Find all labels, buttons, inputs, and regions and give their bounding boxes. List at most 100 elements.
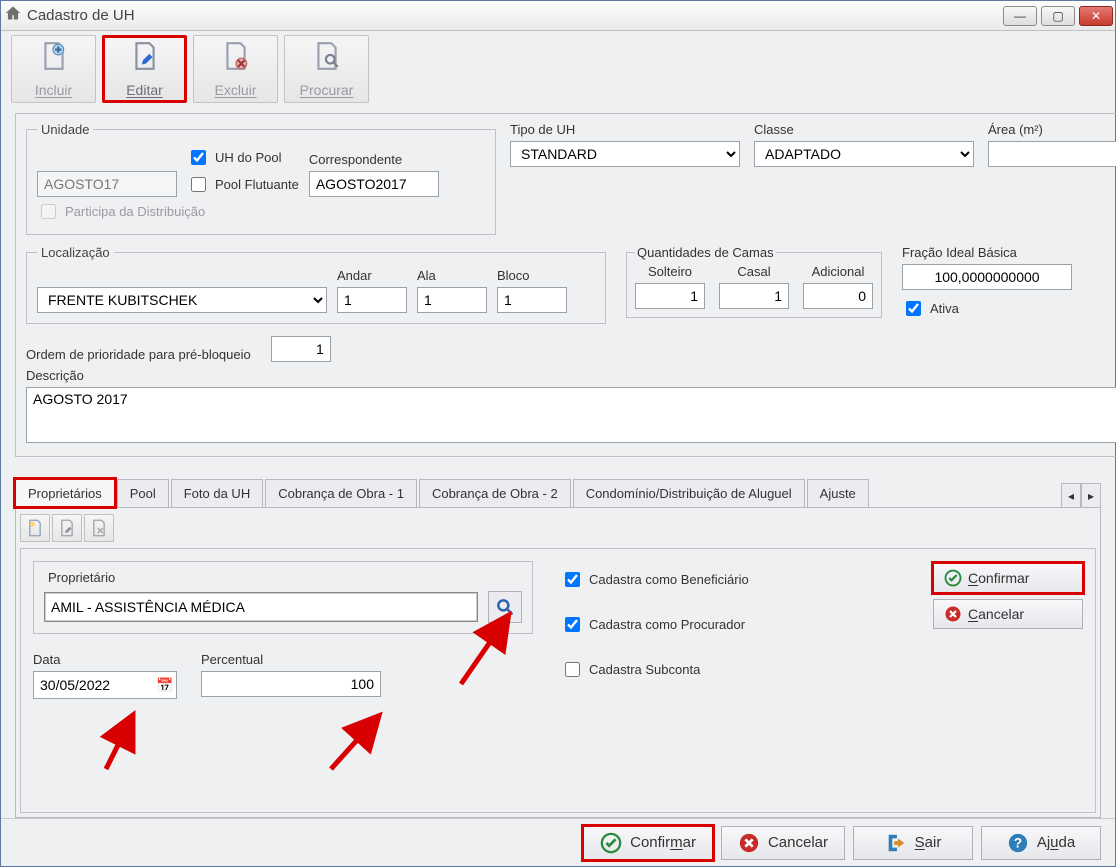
data-field[interactable] — [34, 673, 154, 697]
camas-group: Quantidades de Camas Solteiro Casal Adic… — [626, 245, 882, 318]
toolbar: Incluir Editar Excluir Procurar — [1, 31, 1115, 103]
localizacao-select[interactable]: FRENTE KUBITSCHEK — [37, 287, 327, 313]
owner-delete-button[interactable] — [84, 514, 114, 542]
ala-label: Ala — [417, 268, 487, 283]
tab-scroll-left[interactable]: ◂ — [1061, 483, 1081, 507]
adicional-field[interactable] — [803, 283, 873, 309]
incluir-label: Incluir — [35, 82, 72, 98]
percentual-label: Percentual — [201, 652, 381, 667]
pool-flutuante-checkbox[interactable]: Pool Flutuante — [187, 174, 299, 195]
bloco-label: Bloco — [497, 268, 567, 283]
proprietario-search-button[interactable] — [488, 591, 522, 623]
content: Unidade UH do Pool Pool Flutuante Corres… — [1, 103, 1115, 818]
classe-select[interactable]: ADAPTADO — [754, 141, 974, 167]
titlebar: Cadastro de UH — ▢ ✕ — [1, 1, 1115, 31]
editar-label: Editar — [126, 82, 163, 98]
unidade-group: Unidade UH do Pool Pool Flutuante Corres… — [26, 122, 496, 235]
cadastra-subconta-label: Cadastra Subconta — [589, 662, 700, 677]
descricao-label: Descrição — [26, 368, 1116, 383]
tab-scroll-right[interactable]: ▸ — [1081, 483, 1101, 507]
tab-foto[interactable]: Foto da UH — [171, 479, 263, 507]
area-field[interactable] — [988, 141, 1116, 167]
solteiro-label: Solteiro — [648, 264, 692, 279]
home-icon — [3, 5, 23, 26]
bloco-field[interactable] — [497, 287, 567, 313]
ativa-checkbox[interactable]: Ativa — [902, 298, 1072, 319]
tab-proprietarios[interactable]: Proprietários — [15, 479, 115, 507]
editar-button[interactable]: Editar — [102, 35, 187, 103]
bottom-bar: Confirmar Cancelar Sair ? Ajuda — [1, 818, 1115, 866]
incluir-button[interactable]: Incluir — [11, 35, 96, 103]
descricao-field[interactable]: AGOSTO 2017 — [26, 387, 1116, 443]
page-delete-icon — [223, 41, 249, 78]
andar-field[interactable] — [337, 287, 407, 313]
page-search-icon — [314, 41, 340, 78]
unidade-legend: Unidade — [37, 122, 93, 137]
cadastra-subconta-checkbox[interactable]: Cadastra Subconta — [561, 659, 905, 680]
data-label: Data — [33, 652, 177, 667]
casal-field[interactable] — [719, 283, 789, 309]
tab-condominio[interactable]: Condomínio/Distribuição de Aluguel — [573, 479, 805, 507]
cadastra-beneficiario-label: Cadastra como Beneficiário — [589, 572, 749, 587]
owner-add-button[interactable] — [20, 514, 50, 542]
owner-cancelar-label: ancelar — [978, 606, 1024, 622]
owner-pane: Proprietário Data — [20, 548, 1096, 813]
procurar-button[interactable]: Procurar — [284, 35, 369, 103]
owner-cancelar-button[interactable]: Cancelar — [933, 599, 1083, 629]
excluir-label: Excluir — [214, 82, 256, 98]
close-button[interactable]: ✕ — [1079, 6, 1113, 26]
proprietario-legend: Proprietário — [44, 570, 119, 585]
participa-checkbox[interactable]: Participa da Distribuição — [37, 201, 485, 222]
pool-flutuante-label: Pool Flutuante — [215, 177, 299, 192]
owner-edit-button[interactable] — [52, 514, 82, 542]
sair-button[interactable]: Sair — [853, 826, 973, 860]
tab-cobranca2[interactable]: Cobrança de Obra - 2 — [419, 479, 571, 507]
casal-label: Casal — [737, 264, 770, 279]
proprietario-field[interactable] — [44, 592, 478, 622]
cadastra-procurador-checkbox[interactable]: Cadastra como Procurador — [561, 614, 905, 635]
maximize-button[interactable]: ▢ — [1041, 6, 1075, 26]
percentual-field[interactable] — [201, 671, 381, 697]
tab-pool[interactable]: Pool — [117, 479, 169, 507]
area-label: Área (m²) — [988, 122, 1116, 137]
window-title: Cadastro de UH — [27, 7, 135, 24]
solteiro-field[interactable] — [635, 283, 705, 309]
owner-confirmar-label: onfirmar — [978, 570, 1029, 586]
tipo-label: Tipo de UH — [510, 122, 740, 137]
ajuda-button[interactable]: ? Ajuda — [981, 826, 1101, 860]
excluir-button[interactable]: Excluir — [193, 35, 278, 103]
correspondente-field[interactable] — [309, 171, 439, 197]
tipo-select[interactable]: STANDARD — [510, 141, 740, 167]
fracao-field[interactable] — [902, 264, 1072, 290]
page-edit-icon — [132, 41, 158, 78]
cancelar-button[interactable]: Cancelar — [721, 826, 845, 860]
confirmar-button[interactable]: Confirmar — [583, 826, 713, 860]
calendar-icon[interactable]: 📅 — [154, 677, 176, 694]
uh-pool-label: UH do Pool — [215, 150, 281, 165]
localizacao-legend: Localização — [37, 245, 114, 260]
tab-panel-proprietarios: Proprietário Data — [15, 508, 1101, 818]
minimize-button[interactable]: — — [1003, 6, 1037, 26]
cadastra-procurador-label: Cadastra como Procurador — [589, 617, 745, 632]
cadastra-beneficiario-checkbox[interactable]: Cadastra como Beneficiário — [561, 569, 905, 590]
ala-field[interactable] — [417, 287, 487, 313]
ordem-field[interactable] — [271, 336, 331, 362]
fracao-label: Fração Ideal Básica — [902, 245, 1072, 260]
uh-pool-checkbox[interactable]: UH do Pool — [187, 147, 299, 168]
tab-cobranca1[interactable]: Cobrança de Obra - 1 — [265, 479, 417, 507]
adicional-label: Adicional — [812, 264, 865, 279]
andar-label: Andar — [337, 268, 407, 283]
participa-label: Participa da Distribuição — [65, 204, 205, 219]
ordem-label: Ordem de prioridade para pré-bloqueio — [26, 347, 251, 362]
unidade-field[interactable] — [37, 171, 177, 197]
classe-label: Classe — [754, 122, 974, 137]
owner-confirmar-button[interactable]: Confirmar — [933, 563, 1083, 593]
correspondente-label: Correspondente — [309, 152, 439, 167]
proprietario-group: Proprietário — [33, 561, 533, 634]
main-group: Unidade UH do Pool Pool Flutuante Corres… — [15, 113, 1116, 457]
camas-legend: Quantidades de Camas — [635, 245, 776, 260]
tab-ajuste[interactable]: Ajuste — [807, 479, 869, 507]
cancelar-label: Cancelar — [768, 834, 828, 851]
localizacao-group: Localização FRENTE KUBITSCHEK Andar Ala — [26, 245, 606, 324]
procurar-label: Procurar — [300, 82, 354, 98]
